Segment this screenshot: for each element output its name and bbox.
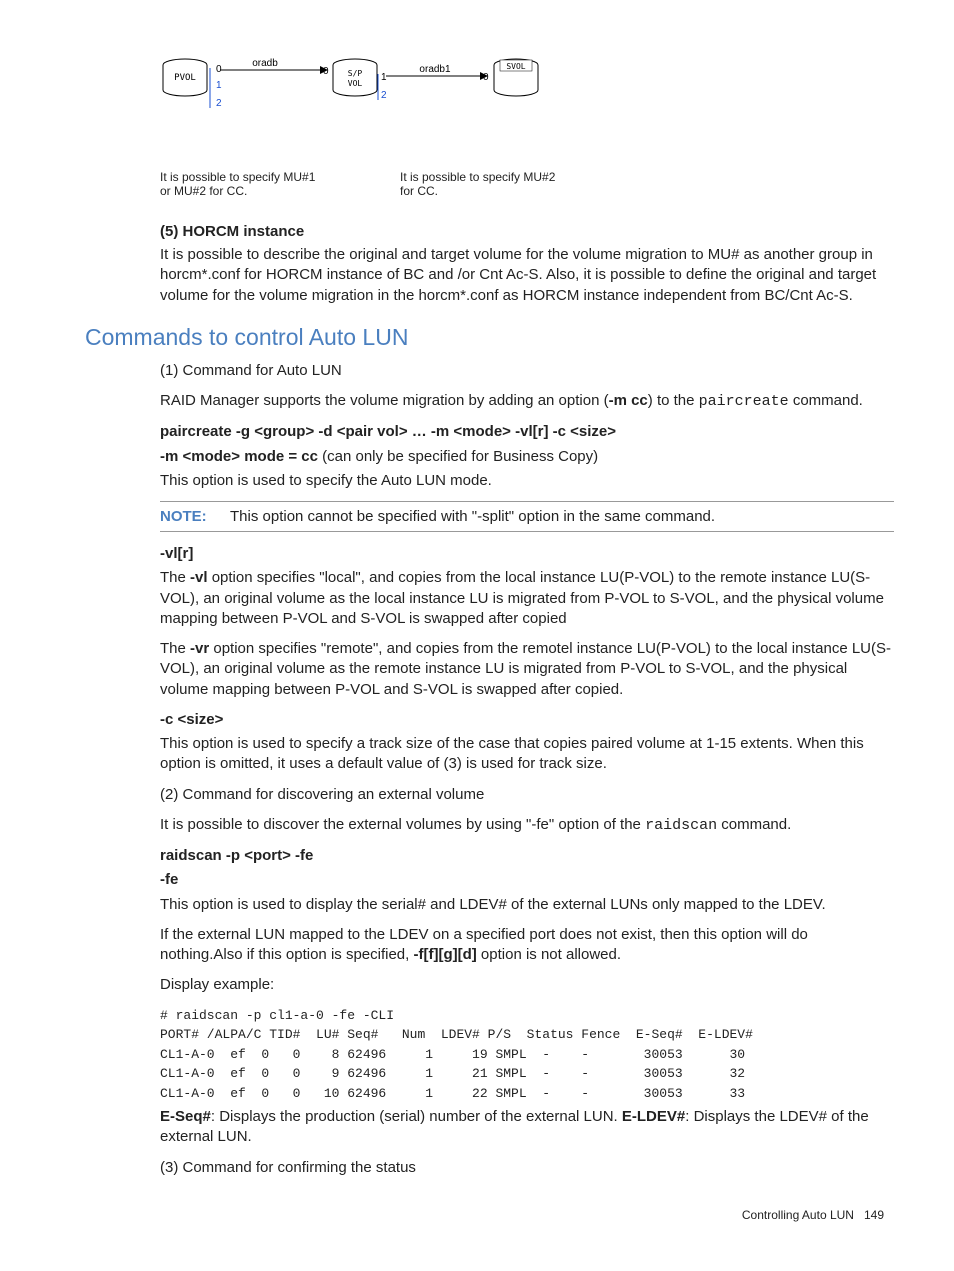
mode-desc: This option is used to specify the Auto … — [160, 471, 894, 491]
commands-heading: Commands to control Auto LUN — [85, 324, 894, 351]
svg-text:oradb1: oradb1 — [419, 64, 451, 75]
section-5-title: (5) HORCM instance — [160, 223, 894, 240]
csize-para: This option is used to specify a track s… — [160, 734, 894, 775]
note-text: This option cannot be specified with "-s… — [230, 508, 715, 525]
svg-text:2: 2 — [381, 90, 387, 101]
fe-para: This option is used to display the seria… — [160, 895, 894, 915]
svg-text:oradb: oradb — [252, 58, 278, 69]
svol-cylinder: SVOL — [494, 59, 538, 96]
note-box: NOTE: This option cannot be specified wi… — [160, 501, 894, 532]
pvol-label: PVOL — [174, 73, 196, 83]
cmd3-title: (3) Command for confirming the status — [160, 1158, 894, 1178]
mode-line: -m <mode> mode = cc (can only be specifi… — [160, 447, 894, 467]
cmd1-intro: RAID Manager supports the volume migrati… — [160, 391, 894, 412]
vlr-head: -vl[r] — [160, 544, 894, 564]
svg-text:SVOL: SVOL — [506, 62, 525, 71]
spvol-cylinder: S/P VOL — [333, 59, 377, 96]
fe-para2: If the external LUN mapped to the LDEV o… — [160, 925, 894, 966]
post-code-desc: E-Seq#: Displays the production (serial)… — [160, 1107, 894, 1148]
display-example-label: Display example: — [160, 975, 894, 995]
page-footer: Controlling Auto LUN 149 — [60, 1208, 894, 1222]
vr-para: The -vr option specifies "remote", and c… — [160, 639, 894, 700]
section-5-para: It is possible to describe the original … — [160, 245, 894, 306]
svg-text:VOL: VOL — [348, 79, 363, 88]
csize-head: -c <size> — [160, 710, 894, 730]
paircreate-syntax: paircreate -g <group> -d <pair vol> … -m… — [160, 422, 894, 442]
svg-text:1: 1 — [381, 72, 387, 83]
svg-text:1: 1 — [216, 80, 222, 91]
volume-diagram: PVOL 0 1 2 oradb 0 S/P VOL 1 2 ora — [160, 50, 894, 198]
diagram-caption-right: It is possible to specify MU#2 for CC. — [400, 170, 560, 198]
pvol-cylinder: PVOL — [163, 59, 207, 96]
fe-head: -fe — [160, 870, 894, 890]
svg-text:2: 2 — [216, 98, 222, 109]
cmd1-title: (1) Command for Auto LUN — [160, 361, 894, 381]
vl-para: The -vl option specifies "local", and co… — [160, 568, 894, 629]
svg-text:S/P: S/P — [348, 69, 363, 78]
cmd2-title: (2) Command for discovering an external … — [160, 785, 894, 805]
cmd2-intro: It is possible to discover the external … — [160, 815, 894, 836]
note-label: NOTE: — [160, 508, 210, 525]
diagram-caption-left: It is possible to specify MU#1 or MU#2 f… — [160, 170, 320, 198]
raidscan-output: # raidscan -p cl1-a-0 -fe -CLI PORT# /AL… — [160, 1006, 894, 1104]
raidscan-syntax: raidscan -p <port> -fe — [160, 846, 894, 866]
